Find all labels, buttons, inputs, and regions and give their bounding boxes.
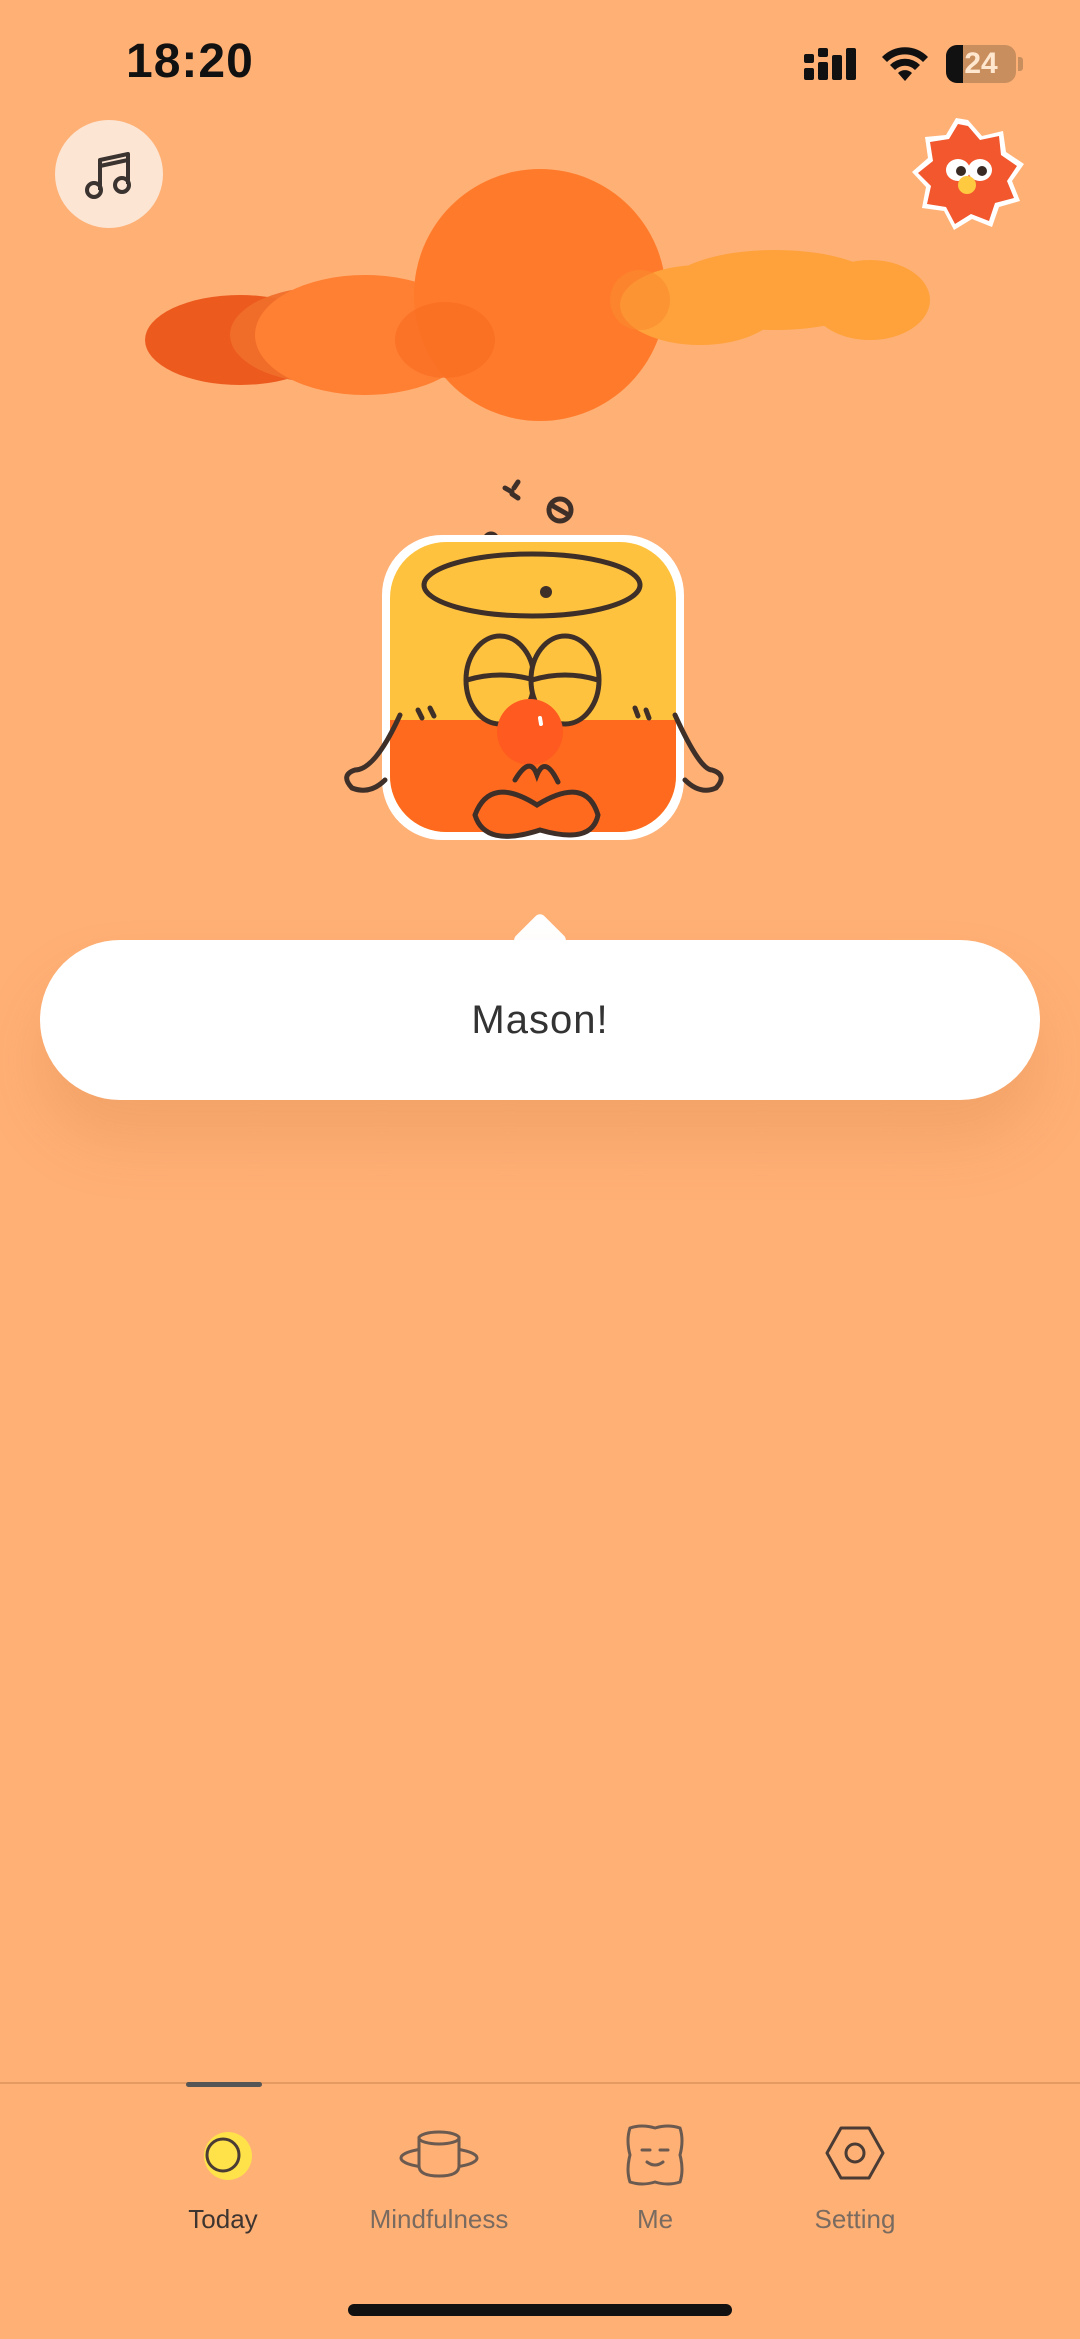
tab-mindfulness[interactable]: Mindfulness bbox=[349, 2120, 529, 2250]
hex-nut-icon bbox=[825, 2126, 885, 2180]
home-indicator[interactable] bbox=[348, 2304, 732, 2316]
active-tab-indicator bbox=[186, 2082, 262, 2087]
mascot-illustration bbox=[344, 479, 724, 840]
battery-percent-label: 24 bbox=[964, 47, 998, 80]
speech-bubble-text: Mason! bbox=[471, 997, 609, 1042]
sky-illustration bbox=[145, 169, 930, 421]
wifi-icon bbox=[882, 47, 928, 81]
sun-icon bbox=[204, 2132, 252, 2180]
status-bar: 18:20 24 bbox=[0, 0, 1080, 130]
status-time: 18:20 bbox=[126, 35, 254, 88]
tab-setting[interactable]: Setting bbox=[765, 2120, 945, 2250]
status-icons: 24 bbox=[804, 40, 1024, 88]
speech-bubble: Mason! bbox=[40, 911, 1040, 1100]
battery-indicator: 24 bbox=[946, 45, 1024, 83]
signal-icon bbox=[804, 48, 856, 80]
tab-label-me: Me bbox=[636, 2204, 674, 2234]
tab-label-mindfulness: Mindfulness bbox=[369, 2204, 509, 2234]
tab-label-today: Today bbox=[188, 2204, 258, 2234]
face-icon bbox=[626, 2124, 684, 2186]
tab-label-setting: Setting bbox=[814, 2204, 896, 2234]
planet-icon bbox=[399, 2130, 479, 2178]
tab-me[interactable]: Me bbox=[565, 2120, 745, 2250]
tab-today[interactable]: Today bbox=[133, 2120, 313, 2250]
